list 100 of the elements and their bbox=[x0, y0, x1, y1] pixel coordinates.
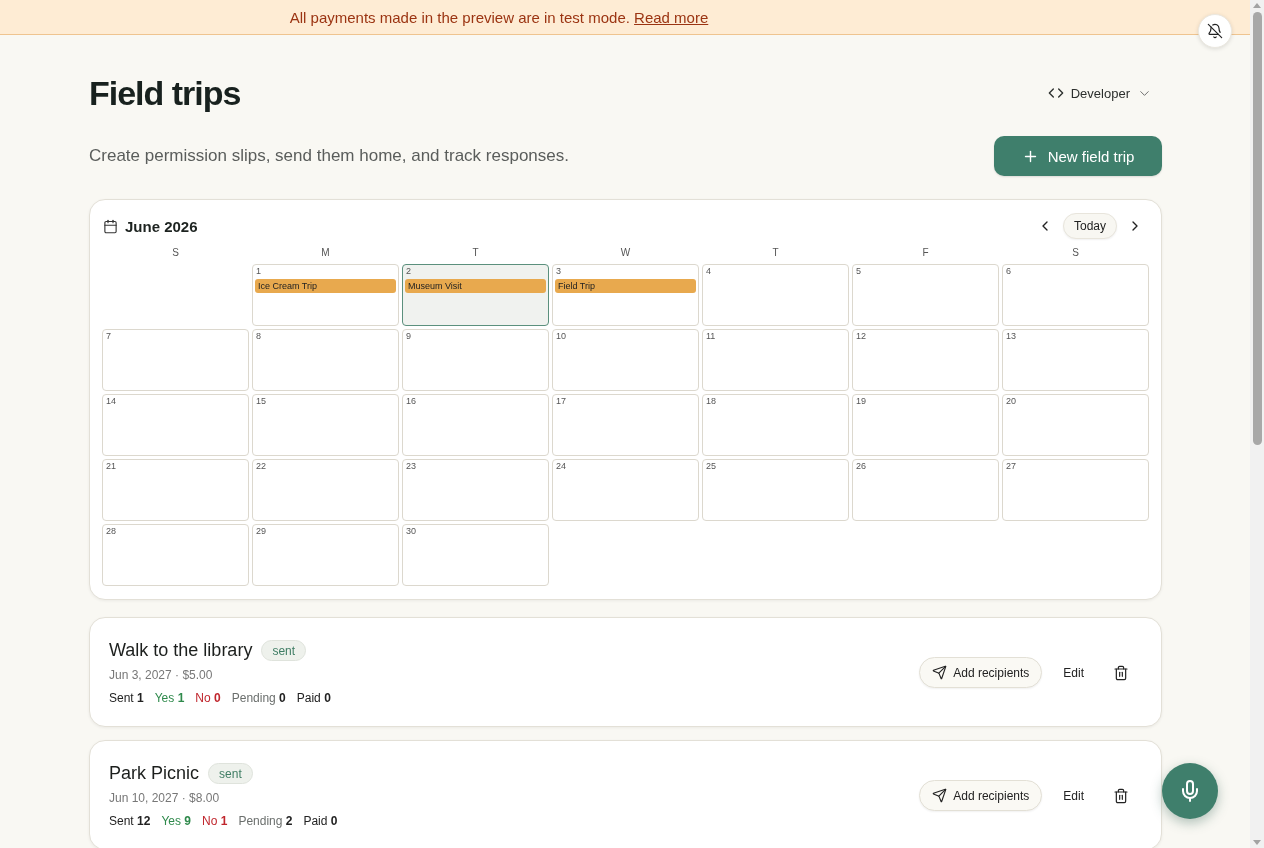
event-chip[interactable]: Field Trip bbox=[555, 279, 696, 293]
status-badge: sent bbox=[261, 640, 307, 661]
edit-button[interactable]: Edit bbox=[1053, 657, 1094, 688]
day-number: 1 bbox=[255, 266, 261, 276]
day-number: 30 bbox=[405, 526, 416, 536]
day-number: 21 bbox=[105, 461, 116, 471]
weekday-label: M bbox=[320, 247, 331, 259]
day-number: 13 bbox=[1005, 331, 1016, 341]
response-stat: Pending 2 bbox=[238, 814, 293, 829]
calendar-day[interactable]: 17 bbox=[552, 394, 699, 456]
send-icon bbox=[932, 665, 948, 680]
banner-message: All payments made in the preview are in test mode. Read more bbox=[289, 8, 709, 26]
calendar-day[interactable]: 25 bbox=[702, 459, 849, 521]
calendar-day[interactable]: 27 bbox=[1002, 459, 1149, 521]
calendar-day[interactable]: 10 bbox=[552, 329, 699, 391]
response-stat: Yes 1 bbox=[154, 691, 185, 706]
day-number: 5 bbox=[855, 266, 861, 276]
page-title: Field trips bbox=[89, 73, 241, 114]
response-stat: Pending 0 bbox=[231, 691, 286, 706]
microphone-button[interactable] bbox=[1162, 763, 1218, 819]
response-stat: No 0 bbox=[195, 691, 221, 706]
day-number: 20 bbox=[1005, 396, 1016, 406]
calendar-day[interactable]: 13 bbox=[1002, 329, 1149, 391]
weekday-label: S bbox=[171, 247, 180, 259]
day-number: 27 bbox=[1005, 461, 1016, 471]
weekday-label: T bbox=[771, 247, 780, 259]
scrollbar[interactable] bbox=[1250, 0, 1264, 848]
day-number: 11 bbox=[705, 331, 716, 341]
day-number: 25 bbox=[705, 461, 716, 471]
calendar-day[interactable]: 30 bbox=[402, 524, 549, 586]
trip-title: Park Picnic bbox=[109, 763, 200, 784]
day-number: 16 bbox=[405, 396, 416, 406]
status-badge: sent bbox=[208, 763, 253, 784]
calendar-day[interactable]: 3 Field Trip bbox=[552, 264, 699, 326]
add-recipients-button[interactable]: Add recipients bbox=[919, 780, 1043, 811]
response-stat: Yes 9 bbox=[161, 814, 191, 829]
day-number: 7 bbox=[105, 331, 111, 341]
weekday-label: S bbox=[1071, 247, 1080, 259]
trash-icon bbox=[1113, 787, 1129, 804]
calendar-day[interactable]: 2 Museum Visit bbox=[402, 264, 549, 326]
calendar-day[interactable]: 8 bbox=[252, 329, 399, 391]
today-button[interactable]: Today bbox=[1062, 213, 1117, 239]
calendar-day[interactable]: 5 bbox=[852, 264, 999, 326]
day-number: 22 bbox=[255, 461, 266, 471]
calendar-day[interactable]: 6 bbox=[1002, 264, 1149, 326]
day-number: 10 bbox=[555, 331, 566, 341]
weekday-label: F bbox=[921, 247, 930, 259]
response-stat: No 1 bbox=[202, 814, 228, 829]
day-number: 3 bbox=[555, 266, 561, 276]
calendar-day[interactable]: 20 bbox=[1002, 394, 1149, 456]
day-number: 8 bbox=[255, 331, 261, 341]
trash-icon bbox=[1113, 664, 1129, 681]
weekday-label: T bbox=[471, 247, 480, 259]
day-number: 23 bbox=[405, 461, 416, 471]
trip-title: Walk to the library bbox=[109, 640, 253, 661]
read-more-link[interactable]: Read more bbox=[634, 8, 709, 26]
response-stat: Sent 1 bbox=[109, 691, 144, 706]
day-number: 18 bbox=[705, 396, 716, 406]
role-dropdown[interactable]: Developer bbox=[1041, 81, 1158, 105]
edit-button[interactable]: Edit bbox=[1053, 780, 1094, 811]
day-number: 19 bbox=[855, 396, 866, 406]
add-recipients-button[interactable]: Add recipients bbox=[919, 657, 1043, 688]
calendar-day[interactable]: 29 bbox=[252, 524, 399, 586]
day-number: 28 bbox=[105, 526, 116, 536]
day-number: 9 bbox=[405, 331, 411, 341]
trip-date-price: Jun 10, 2027 · $8.00 bbox=[109, 791, 221, 806]
day-number: 17 bbox=[555, 396, 566, 406]
calendar-day[interactable]: 12 bbox=[852, 329, 999, 391]
response-stat: Sent 12 bbox=[109, 814, 151, 829]
calendar-day[interactable]: 4 bbox=[702, 264, 849, 326]
calendar-day[interactable]: 22 bbox=[252, 459, 399, 521]
response-stat: Paid 0 bbox=[303, 814, 338, 829]
event-chip[interactable]: Museum Visit bbox=[405, 279, 546, 293]
calendar-day[interactable]: 18 bbox=[702, 394, 849, 456]
bell-off-icon bbox=[1207, 23, 1223, 39]
day-number: 6 bbox=[1005, 266, 1011, 276]
calendar-day[interactable]: 7 bbox=[102, 329, 249, 391]
day-number: 24 bbox=[555, 461, 566, 471]
event-chip[interactable]: Ice Cream Trip bbox=[255, 279, 396, 293]
code-icon bbox=[1047, 85, 1064, 101]
calendar-day[interactable]: 24 bbox=[552, 459, 699, 521]
month-title: June 2026 bbox=[125, 217, 198, 235]
calendar-day[interactable]: 28 bbox=[102, 524, 249, 586]
calendar-day[interactable]: 14 bbox=[102, 394, 249, 456]
calendar-day[interactable]: 15 bbox=[252, 394, 399, 456]
calendar-day[interactable]: 19 bbox=[852, 394, 999, 456]
calendar-day[interactable]: 26 bbox=[852, 459, 999, 521]
calendar-day[interactable]: 11 bbox=[702, 329, 849, 391]
weekday-label: W bbox=[619, 247, 632, 259]
calendar-day[interactable]: 21 bbox=[102, 459, 249, 521]
calendar-icon bbox=[103, 218, 118, 234]
notifications-off-button[interactable] bbox=[1198, 14, 1232, 48]
calendar-day[interactable]: 9 bbox=[402, 329, 549, 391]
new-field-trip-button[interactable]: New field trip bbox=[994, 136, 1162, 176]
day-number: 12 bbox=[855, 331, 866, 341]
calendar-day[interactable]: 23 bbox=[402, 459, 549, 521]
calendar-day[interactable]: 16 bbox=[402, 394, 549, 456]
day-number: 4 bbox=[705, 266, 711, 276]
calendar-day[interactable]: 1 Ice Cream Trip bbox=[252, 264, 399, 326]
trip-date-price: Jun 3, 2027 · $5.00 bbox=[109, 668, 214, 683]
